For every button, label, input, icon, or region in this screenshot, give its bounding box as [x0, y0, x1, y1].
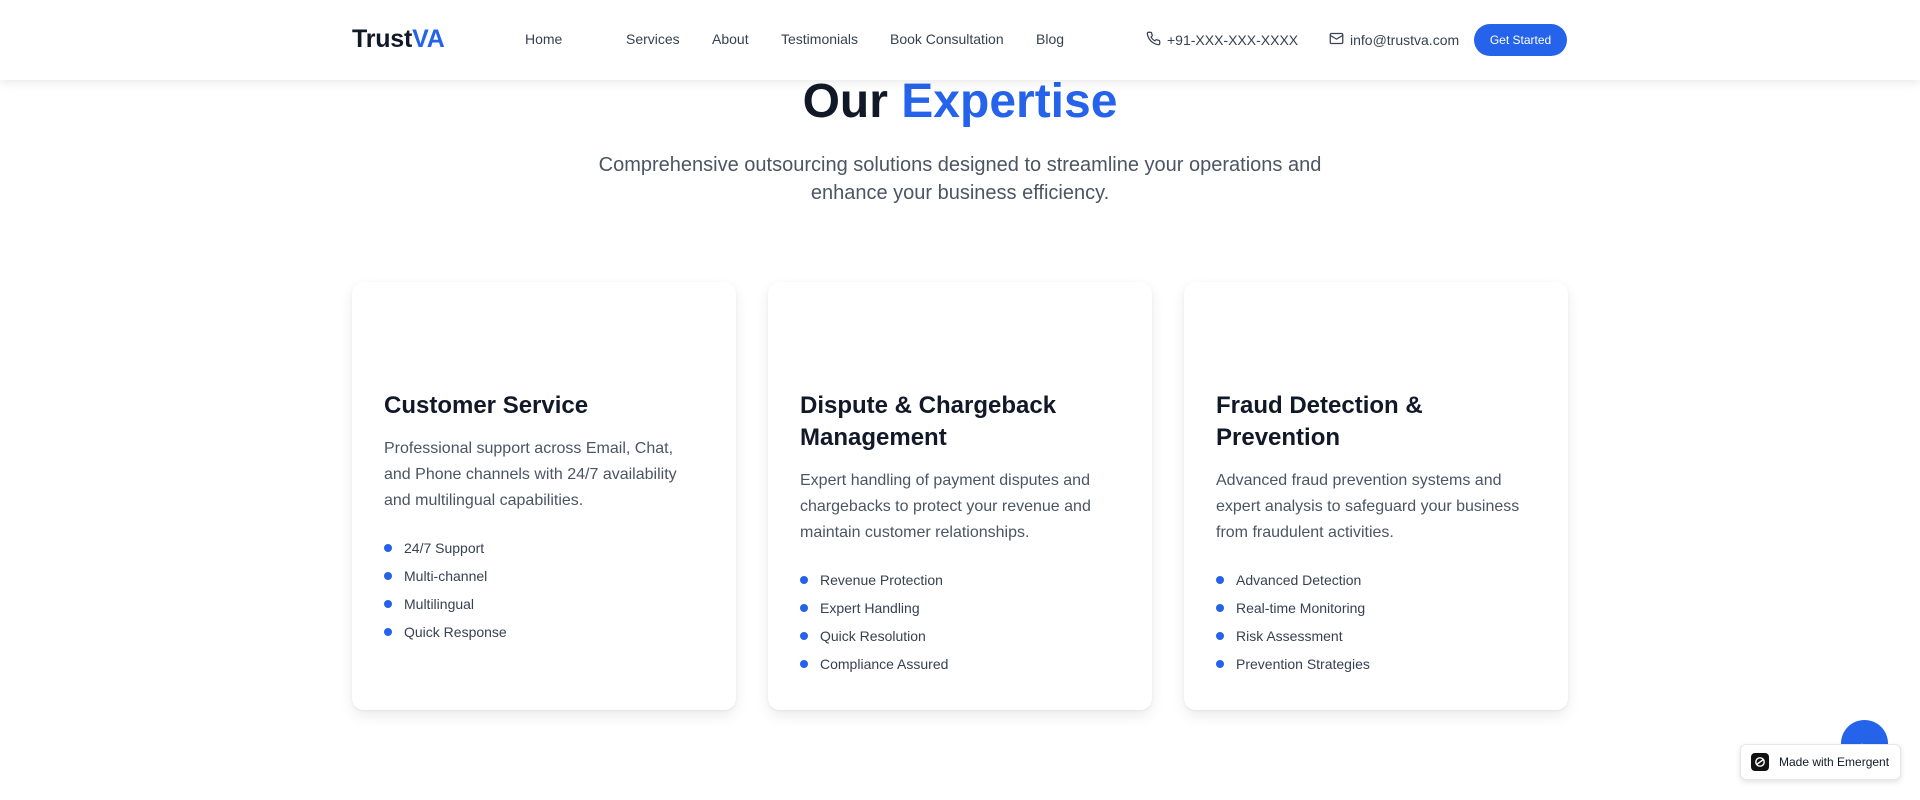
nav-testimonials[interactable]: Testimonials: [781, 31, 858, 47]
feature-item: Advanced Detection: [1216, 570, 1536, 590]
feature-item: Compliance Assured: [800, 654, 1120, 674]
card-title: Fraud Detection & Prevention: [1216, 392, 1423, 451]
feature-label: Multi-channel: [404, 568, 488, 584]
phone-number: +91-XXX-XXX-XXXX: [1167, 32, 1299, 48]
feature-item: Quick Response: [384, 622, 704, 642]
bullet-dot-icon: [800, 660, 808, 668]
feature-label: Quick Resolution: [820, 628, 926, 644]
nav-home[interactable]: Home: [525, 31, 562, 47]
card-description: Advanced fraud prevention systems and ex…: [1216, 472, 1520, 541]
feature-item: Multilingual: [384, 594, 704, 614]
bullet-dot-icon: [800, 604, 808, 612]
bullet-dot-icon: [384, 628, 392, 636]
card-description: Expert handling of payment disputes and …: [800, 472, 1091, 541]
bullet-dot-icon: [800, 576, 808, 584]
feature-label: Prevention Strategies: [1236, 656, 1370, 672]
feature-label: Compliance Assured: [820, 656, 949, 672]
email-address: info@trustva.com: [1350, 32, 1460, 48]
card-title: Customer Service: [384, 392, 589, 419]
feature-list: 24/7 Support Multi-channel Multilingual …: [384, 538, 704, 642]
nav-blog[interactable]: Blog: [1036, 31, 1064, 47]
service-card-dispute-chargeback: Dispute & Chargeback Management Expert h…: [768, 282, 1152, 710]
feature-item: Risk Assessment: [1216, 626, 1536, 646]
bullet-dot-icon: [384, 572, 392, 580]
email-contact[interactable]: info@trustva.com: [1329, 31, 1459, 49]
feature-label: Expert Handling: [820, 600, 920, 616]
feature-item: Quick Resolution: [800, 626, 1120, 646]
feature-label: Risk Assessment: [1236, 628, 1343, 644]
logo[interactable]: TrustVA: [352, 25, 445, 54]
section-title-main: Our: [802, 75, 888, 128]
card-title: Dispute & Chargeback Management: [800, 392, 1057, 451]
service-card-fraud-detection: Fraud Detection & Prevention Advanced fr…: [1184, 282, 1568, 710]
bullet-dot-icon: [800, 632, 808, 640]
nav-services[interactable]: Services: [626, 31, 680, 47]
logo-accent: VA: [412, 25, 445, 53]
feature-label: Multilingual: [404, 596, 475, 612]
mail-icon: [1329, 31, 1344, 49]
bullet-dot-icon: [384, 544, 392, 552]
nav-about[interactable]: About: [712, 31, 749, 47]
section-title: Our Expertise: [0, 74, 1920, 129]
feature-item: Real-time Monitoring: [1216, 598, 1536, 618]
bullet-dot-icon: [1216, 576, 1224, 584]
section-subtitle: Comprehensive outsourcing solutions desi…: [598, 154, 1322, 204]
get-started-button[interactable]: Get Started: [1474, 24, 1567, 56]
logo-main: Trust: [352, 25, 413, 53]
made-with-emergent-badge[interactable]: Made with Emergent: [1740, 744, 1901, 780]
bullet-dot-icon: [1216, 604, 1224, 612]
feature-label: Advanced Detection: [1236, 572, 1362, 588]
feature-list: Revenue Protection Expert Handling Quick…: [800, 570, 1120, 674]
emergent-logo-icon: [1751, 753, 1769, 771]
bullet-dot-icon: [1216, 660, 1224, 668]
card-description: Professional support across Email, Chat,…: [384, 440, 677, 509]
phone-icon: [1146, 31, 1161, 49]
feature-item: Multi-channel: [384, 566, 704, 586]
phone-contact[interactable]: +91-XXX-XXX-XXXX: [1146, 31, 1298, 49]
feature-item: 24/7 Support: [384, 538, 704, 558]
feature-label: Quick Response: [404, 624, 507, 640]
feature-item: Expert Handling: [800, 598, 1120, 618]
bullet-dot-icon: [384, 600, 392, 608]
badge-label: Made with Emergent: [1779, 755, 1890, 769]
feature-label: Revenue Protection: [820, 572, 943, 588]
bullet-dot-icon: [1216, 632, 1224, 640]
site-header: TrustVA Home Services About Testimonials…: [0, 0, 1920, 80]
nav-book-consultation[interactable]: Book Consultation: [890, 31, 1004, 47]
section-title-accent: Expertise: [901, 75, 1118, 128]
service-card-customer-service: Customer Service Professional support ac…: [352, 282, 736, 710]
feature-list: Advanced Detection Real-time Monitoring …: [1216, 570, 1536, 674]
feature-label: 24/7 Support: [404, 540, 485, 556]
feature-item: Prevention Strategies: [1216, 654, 1536, 674]
feature-item: Revenue Protection: [800, 570, 1120, 590]
feature-label: Real-time Monitoring: [1236, 600, 1366, 616]
